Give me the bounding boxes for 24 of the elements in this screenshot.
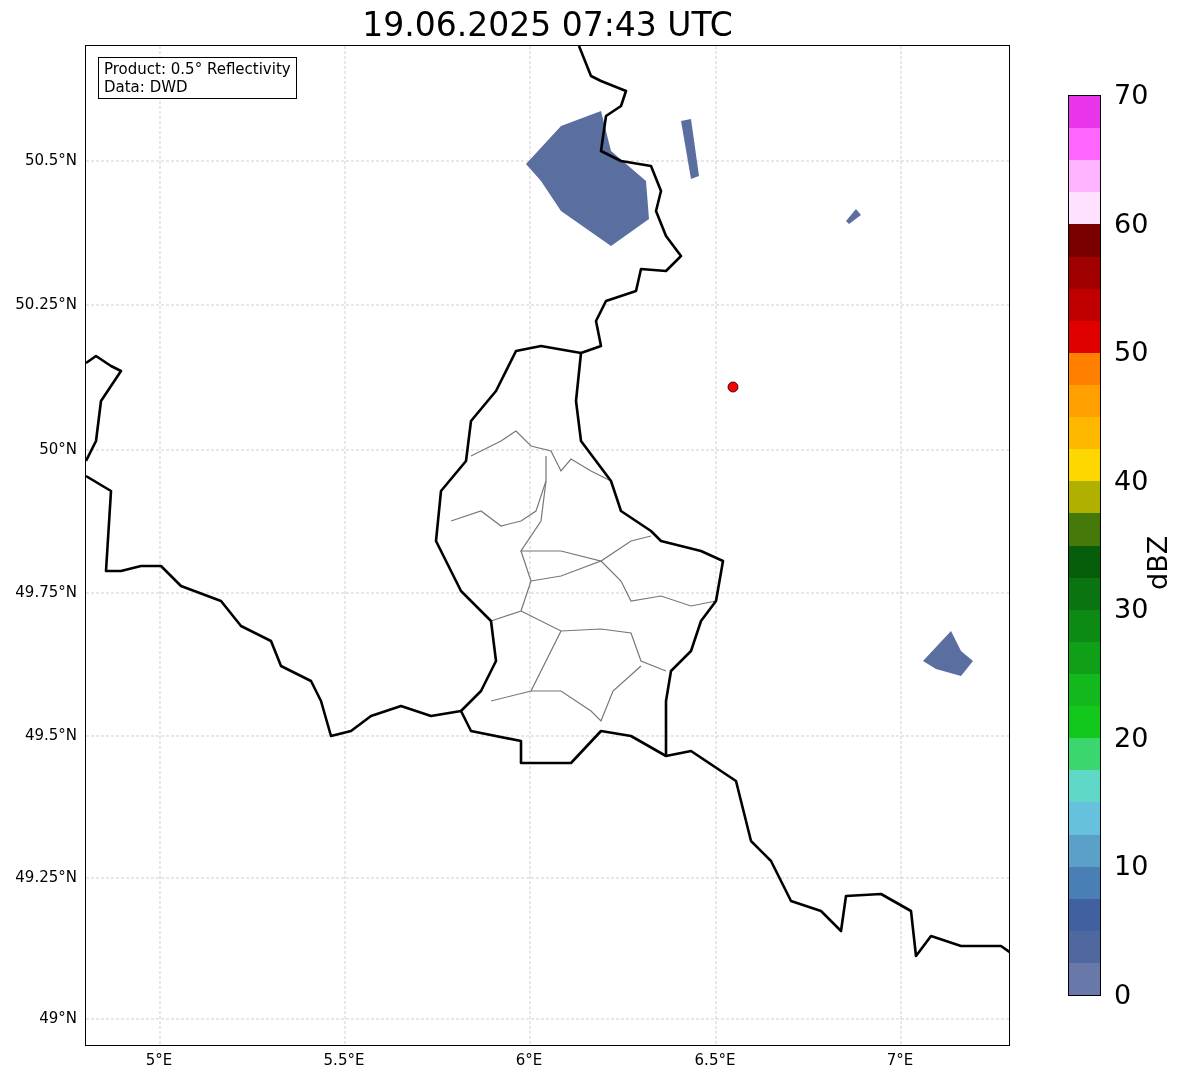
tick-label: 49.5°N <box>24 726 77 744</box>
tick-label: 6.5°E <box>694 1051 736 1069</box>
tick-label: 10 <box>1114 851 1149 882</box>
tick-label: 5°E <box>145 1051 173 1069</box>
tick-label: 50.25°N <box>15 295 77 313</box>
tick-label: 20 <box>1114 722 1149 753</box>
tick-label: 6°E <box>515 1051 543 1069</box>
legend-text: Data: DWD <box>104 78 189 96</box>
tick-label: 49°N <box>39 1009 77 1027</box>
tick-label: 50°N <box>39 440 77 458</box>
tick-label: 49.25°N <box>15 868 77 886</box>
tick-label: 49.75°N <box>15 583 77 601</box>
tick-label: 50.5°N <box>24 151 77 169</box>
tick-label: 5.5°E <box>323 1051 365 1069</box>
tick-label: 70 <box>1114 80 1149 110</box>
chart-title: 19.06.2025 07:43 UTC <box>362 5 733 45</box>
axis-label: dBZ <box>1143 535 1173 590</box>
tick-label: 50 <box>1114 337 1149 368</box>
tick-label: 60 <box>1114 208 1149 239</box>
tick-label: 30 <box>1114 594 1149 625</box>
legend-text: Product: 0.5° Reflectivity <box>104 60 291 78</box>
tick-label: 7°E <box>886 1051 914 1069</box>
tick-label: 40 <box>1114 465 1149 496</box>
tick-label: 0 <box>1114 980 1132 1010</box>
